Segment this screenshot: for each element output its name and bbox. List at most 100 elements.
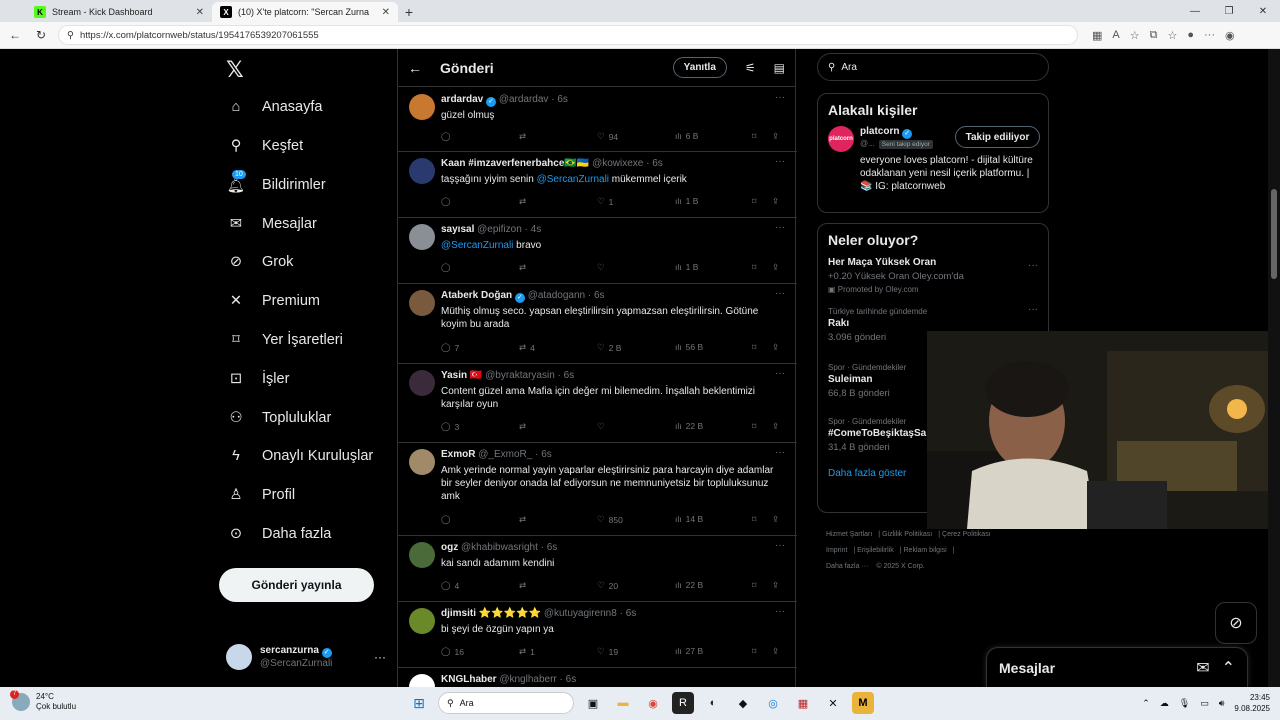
reply-button[interactable]: ◯ 4 (441, 580, 459, 591)
heart-icon[interactable]: ♡ (597, 421, 605, 432)
share-icon[interactable]: ⇪ (772, 421, 779, 432)
expand-icon[interactable]: ⌃ (1222, 658, 1235, 678)
tab-close-icon[interactable]: ✕ (196, 7, 204, 18)
author-name[interactable]: djimsiti ⭐⭐⭐⭐⭐ (441, 608, 541, 619)
chevron-up-icon[interactable]: ⌃ (1142, 698, 1150, 709)
author-handle[interactable]: @knglhaberr (499, 674, 556, 685)
more-icon[interactable]: ··· (775, 222, 785, 233)
share-icon[interactable]: ⇪ (772, 514, 779, 525)
tweet-time[interactable]: 6s (594, 290, 605, 301)
avatar[interactable] (409, 608, 435, 634)
tweet-time[interactable]: 6s (557, 94, 568, 105)
tweet-time[interactable]: 6s (541, 449, 552, 460)
views-button[interactable]: ılı 1 B (675, 196, 698, 206)
more-icon[interactable]: ··· (374, 650, 386, 664)
share-icon[interactable]: ⇪ (772, 646, 779, 657)
retweet-icon[interactable]: ⇄ (519, 514, 526, 525)
bookmark-icon[interactable]: ⌑ (752, 580, 756, 591)
author-name[interactable]: Yasin 🇹🇷 (441, 370, 482, 381)
display-icon[interactable]: ▭ (1200, 698, 1209, 709)
reply-tweet[interactable]: ardardav ✓ @ardardav · 6s ··· güzel olmu… (398, 88, 797, 152)
like-button[interactable]: ♡ 2 B (597, 342, 621, 353)
bookmark-icon[interactable]: ⌑ (752, 342, 756, 353)
share-icon[interactable]: ⇪ (772, 580, 779, 591)
reply-button[interactable]: ◯ 3 (441, 421, 459, 432)
views-button[interactable]: ılı 22 B (675, 421, 703, 431)
reply-button[interactable]: Yanıtla (672, 57, 727, 78)
retweet-icon[interactable]: ⇄ (519, 421, 526, 432)
reply-tweet[interactable]: Kaan #imzaverfenerbahce🇧🇷🇺🇦 @kowixexe · … (398, 152, 797, 218)
bookmark-icon[interactable]: ⌑ (752, 646, 756, 657)
avatar[interactable] (409, 370, 435, 396)
tweet-time[interactable]: 6s (566, 674, 577, 685)
person-name[interactable]: platcorn ✓ (860, 126, 913, 139)
nav-item-grok[interactable]: ⊘ Grok (226, 247, 294, 277)
nav-item-notifications[interactable]: 🔔︎ 10 Bildirimler (226, 170, 326, 200)
following-button[interactable]: Takip ediliyor (955, 126, 1040, 148)
windows-start-icon[interactable]: ⊞ (408, 692, 430, 714)
reply-icon[interactable]: ◯ (441, 196, 451, 207)
minimize-icon[interactable]: — (1178, 0, 1212, 22)
tab-kick-dashboard[interactable]: K Stream - Kick Dashboard ✕ (26, 2, 212, 22)
footer-link[interactable]: Reklam bilgisi (904, 547, 947, 554)
nav-item-more[interactable]: ⊙ Daha fazla (226, 519, 331, 549)
grok-float-button[interactable]: ⊘ (1215, 602, 1257, 644)
more-icon[interactable]: ··· (775, 368, 785, 379)
reply-tweet[interactable]: Yasin 🇹🇷 @byraktaryasin · 6s ··· Content… (398, 364, 797, 443)
author-handle[interactable]: @atadogann (528, 290, 585, 301)
avatar[interactable] (409, 94, 435, 120)
trend-item[interactable]: Her Maça Yüksek Oran +0.20 Yüksek Oran O… (818, 252, 1048, 304)
mention-link[interactable]: @SercanZurnali (441, 240, 513, 251)
footer-link[interactable]: Gizlilik Politikası (882, 531, 932, 538)
author-name[interactable]: ogz (441, 542, 458, 553)
like-button[interactable]: ♡ 19 (597, 646, 618, 657)
share-icon[interactable]: ⇪ (772, 196, 779, 207)
bookmark-icon[interactable]: ⌑ (752, 131, 756, 142)
microphone-icon[interactable]: 🎙︎ (1179, 698, 1190, 709)
apps-icon[interactable]: ▦ (1092, 29, 1102, 42)
read-aloud-icon[interactable]: A (1112, 29, 1119, 42)
like-button[interactable]: ♡ (597, 262, 605, 273)
avatar[interactable] (409, 674, 435, 687)
reply-tweet[interactable]: sayısal @epifizon · 4s ··· @SercanZurnal… (398, 218, 797, 284)
views-button[interactable]: ılı 1 B (675, 262, 698, 272)
more-icon[interactable]: ··· (775, 606, 785, 617)
nav-item-verified-orgs[interactable]: ϟ Onaylı Kuruluşlar (226, 441, 373, 471)
more-icon[interactable]: ··· (775, 540, 785, 551)
footer-link[interactable]: Hizmet Şartları (826, 531, 872, 538)
filter-icon[interactable]: ⚟ (745, 61, 756, 75)
new-message-icon[interactable]: ✉ (1196, 658, 1209, 678)
chrome-icon[interactable]: ◉ (642, 692, 664, 714)
author-handle[interactable]: @khabibwasright (461, 542, 538, 553)
retweet-icon[interactable]: ⇄ (519, 196, 526, 207)
reply-icon[interactable]: ◯ (441, 514, 451, 525)
nav-item-bookmarks[interactable]: ⌑ Yer İşaretleri (226, 325, 343, 355)
nav-item-premium[interactable]: ✕ Premium (226, 286, 320, 316)
taskbar-search[interactable]: ⚲ Ara (438, 692, 574, 714)
more-icon[interactable]: ··· (775, 447, 785, 458)
nav-item-jobs[interactable]: ⊡ İşler (226, 364, 289, 394)
author-handle[interactable]: @_ExmoR_ (478, 449, 532, 460)
reply-tweet[interactable]: Ataberk Doğan ✓ @atadogann · 6s ··· Müth… (398, 284, 797, 364)
reply-tweet[interactable]: djimsiti ⭐⭐⭐⭐⭐ @kutuyagirenn8 · 6s ··· b… (398, 602, 797, 668)
favorites-icon[interactable]: ☆ (1167, 29, 1177, 42)
reply-icon[interactable]: ◯ (441, 131, 451, 142)
share-icon[interactable]: ⇪ (772, 342, 779, 353)
tweet-time[interactable]: 4s (531, 224, 542, 235)
cloud-icon[interactable]: ☁ (1160, 698, 1169, 709)
like-button[interactable]: ♡ 20 (597, 580, 618, 591)
author-name[interactable]: Kaan #imzaverfenerbahce🇧🇷🇺🇦 (441, 158, 589, 169)
author-name[interactable]: KNGLhaber (441, 674, 497, 685)
share-icon[interactable]: ⇪ (772, 131, 779, 142)
more-icon[interactable]: ··· (775, 156, 785, 167)
nav-item-home[interactable]: ⌂ Anasayfa (226, 92, 323, 122)
clock[interactable]: 23:45 9.08.2025 (1234, 692, 1270, 714)
retweet-icon[interactable]: ⇄ (519, 580, 526, 591)
back-icon[interactable]: ← (6, 26, 24, 44)
author-handle[interactable]: @ardardav (499, 94, 549, 105)
profile-icon[interactable]: ● (1187, 29, 1194, 42)
avatar[interactable] (409, 449, 435, 475)
author-name[interactable]: Ataberk Doğan (441, 290, 512, 301)
nav-item-profile[interactable]: ♙ Profil (226, 480, 296, 510)
footer-link[interactable]: Daha fazla ··· (826, 563, 868, 570)
